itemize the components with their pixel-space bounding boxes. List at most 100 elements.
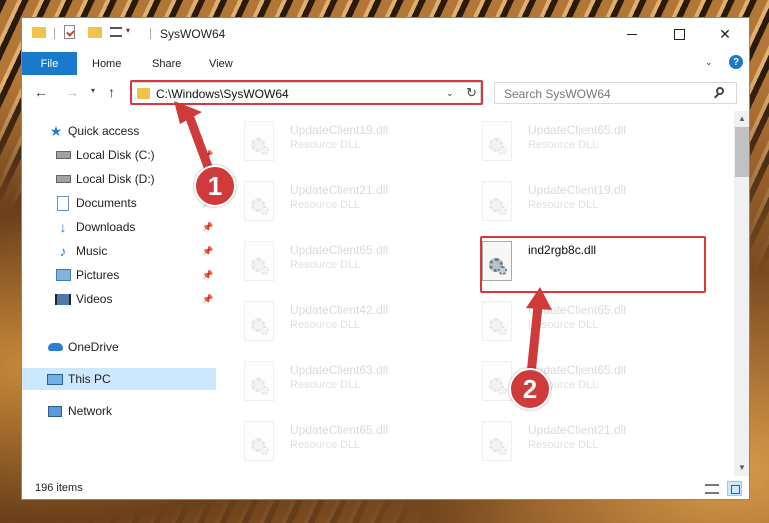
drive-icon (55, 172, 71, 186)
scroll-down-icon[interactable]: ▼ (738, 463, 746, 472)
pin-icon[interactable]: 📌 (202, 150, 213, 161)
file-type: Resource DLL (528, 139, 599, 151)
back-icon[interactable]: ← (34, 84, 48, 100)
file-item[interactable]: UpdateClient42.dll Resource DLL (242, 297, 462, 353)
file-type: Resource DLL (290, 439, 361, 451)
folder-icon (32, 27, 46, 38)
file-item[interactable]: UpdateClient19.dll Resource DLL (242, 117, 462, 173)
search-input[interactable]: Search SysWOW64 (494, 82, 737, 104)
sidebar-item-pictures[interactable]: Pictures 📌 (22, 264, 216, 286)
close-button[interactable]: ✕ (702, 18, 748, 50)
tab-home[interactable]: Home (92, 58, 121, 70)
view-icon[interactable] (110, 27, 122, 37)
tab-share[interactable]: Share (152, 58, 181, 70)
title-bar: ▾ SysWOW64 ✕ (22, 18, 749, 50)
scroll-up-icon[interactable]: ▲ (738, 114, 746, 123)
search-placeholder: Search SysWOW64 (504, 87, 611, 101)
step-1-marker: 1 (194, 165, 236, 207)
recent-locations-icon[interactable]: ▾ (91, 86, 95, 95)
maximize-button[interactable] (656, 18, 702, 50)
dll-file-icon (244, 301, 278, 345)
file-item[interactable]: UpdateClient65.dll Resource DLL (480, 297, 700, 353)
sidebar-item-documents[interactable]: Documents 📌 (22, 192, 216, 214)
maximize-icon (673, 28, 685, 40)
dll-file-icon (482, 301, 516, 345)
sidebar-item-videos[interactable]: Videos 📌 (22, 288, 216, 310)
window-title: SysWOW64 (160, 27, 226, 41)
sidebar-item-this-pc[interactable]: This PC (22, 368, 216, 390)
large-icons-view-icon[interactable] (727, 481, 742, 496)
file-name: UpdateClient65.dll (528, 123, 627, 137)
search-icon[interactable] (716, 87, 724, 95)
sidebar-item-label: Downloads (76, 220, 136, 234)
dll-file-icon (482, 181, 516, 225)
file-highlight (480, 236, 706, 293)
sidebar-item-music[interactable]: ♪ Music 📌 (22, 240, 216, 262)
file-name: UpdateClient65.dll (290, 243, 389, 257)
file-type: Resource DLL (528, 319, 599, 331)
pin-icon[interactable]: 📌 (202, 246, 213, 257)
file-item[interactable]: UpdateClient63.dll Resource DLL (242, 357, 462, 413)
file-type: Resource DLL (290, 139, 361, 151)
file-item[interactable]: UpdateClient65.dll Resource DLL (242, 237, 462, 293)
toolbar-separator (150, 28, 151, 39)
ribbon-expand-icon[interactable]: ⌄ (705, 57, 713, 68)
item-count: 196 items (35, 482, 83, 494)
tab-view[interactable]: View (209, 58, 233, 70)
sidebar-item-label: Documents (76, 196, 137, 210)
tab-file[interactable]: File (22, 52, 77, 75)
step-2-marker: 2 (509, 368, 551, 410)
forward-icon[interactable]: → (65, 84, 79, 100)
dll-file-icon (244, 361, 278, 405)
customize-arrow-icon[interactable]: ▾ (126, 26, 130, 35)
up-icon[interactable]: ↑ (108, 84, 115, 100)
sidebar-item-local-disk-d[interactable]: Local Disk (D:) (22, 168, 216, 190)
address-bar-highlight (130, 80, 483, 105)
sidebar-item-label: OneDrive (68, 340, 119, 354)
music-icon: ♪ (59, 243, 67, 259)
star-icon: ★ (49, 122, 63, 139)
sidebar-item-label: Quick access (68, 124, 140, 138)
videos-icon (55, 292, 71, 306)
new-folder-icon[interactable] (88, 27, 102, 38)
documents-icon (55, 195, 71, 211)
file-name: UpdateClient21.dll (290, 183, 389, 197)
dll-file-icon (244, 421, 278, 465)
details-view-icon[interactable] (705, 484, 719, 494)
file-name: UpdateClient65.dll (290, 423, 389, 437)
dll-file-icon (244, 121, 278, 165)
file-item[interactable]: UpdateClient65.dll Resource DLL (242, 417, 462, 473)
file-type: Resource DLL (290, 379, 361, 391)
sidebar-item-network[interactable]: Network (22, 400, 216, 422)
file-name: UpdateClient42.dll (290, 303, 389, 317)
scrollbar-thumb[interactable] (735, 127, 749, 177)
file-list: UpdateClient19.dll Resource DLL UpdateCl… (216, 111, 734, 476)
file-item[interactable]: UpdateClient21.dll Resource DLL (242, 177, 462, 233)
computer-icon (47, 372, 63, 386)
pin-icon[interactable]: 📌 (202, 294, 213, 305)
sidebar-item-local-disk-c[interactable]: Local Disk (C:) 📌 (22, 144, 216, 166)
minimize-button[interactable] (609, 18, 655, 50)
download-icon: ↓ (59, 219, 67, 235)
file-name: UpdateClient65.dll (528, 303, 627, 317)
sidebar-item-label: Pictures (76, 268, 120, 282)
file-item[interactable]: UpdateClient21.dll Resource DLL (480, 417, 700, 473)
navigation-pane: ★ Quick access Local Disk (C:) 📌 Local D… (22, 111, 216, 476)
file-name: UpdateClient21.dll (528, 423, 627, 437)
pin-icon[interactable]: 📌 (202, 270, 213, 281)
sidebar-item-downloads[interactable]: ↓ Downloads 📌 (22, 216, 216, 238)
sidebar-item-onedrive[interactable]: OneDrive (22, 336, 216, 358)
file-type: Resource DLL (528, 439, 599, 451)
file-name: UpdateClient19.dll (528, 183, 627, 197)
file-item[interactable]: UpdateClient19.dll Resource DLL (480, 177, 700, 233)
file-item[interactable]: UpdateClient65.dll Resource DLL (480, 117, 700, 173)
pin-icon[interactable]: 📌 (202, 222, 213, 233)
vertical-scrollbar[interactable]: ▲ ▼ (734, 111, 749, 476)
sidebar-item-label: Music (76, 244, 108, 258)
sidebar-item-label: Videos (76, 292, 113, 306)
properties-icon[interactable] (64, 25, 75, 39)
file-type: Resource DLL (290, 259, 361, 271)
help-icon[interactable]: ? (729, 55, 743, 69)
sidebar-item-label: Network (68, 404, 113, 418)
sidebar-item-quick-access[interactable]: ★ Quick access (22, 120, 216, 142)
